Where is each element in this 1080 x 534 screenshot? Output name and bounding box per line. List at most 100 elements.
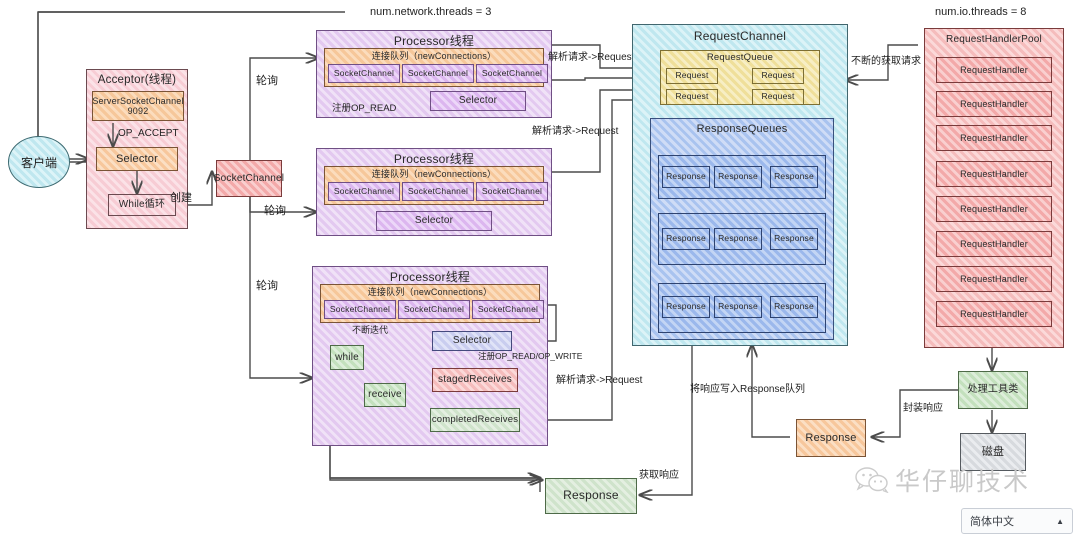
label-num-io-threads: num.io.threads = 8 [935, 6, 1027, 18]
response-item-label: Response [718, 171, 758, 182]
request-channel-caption: RequestChannel [693, 29, 787, 43]
staged-receives-box[interactable]: stagedReceives [432, 368, 518, 392]
request-handler-item[interactable]: RequestHandler [936, 231, 1052, 257]
response-item-label: Response [718, 301, 758, 312]
server-socket-channel-box[interactable]: ServerSocketChannel 9092 [92, 91, 184, 121]
request-handler-label: RequestHandler [960, 238, 1028, 249]
response-item[interactable]: Response [770, 296, 818, 318]
request-handler-label: RequestHandler [960, 203, 1028, 214]
response-item-label: Response [666, 301, 706, 312]
request-handler-item[interactable]: RequestHandler [936, 266, 1052, 292]
acceptor-selector-box[interactable]: Selector [96, 147, 178, 171]
response-item[interactable]: Response [662, 166, 710, 188]
label-get-response: 获取响应 [639, 470, 679, 481]
server-socket-channel-label: ServerSocketChannel [92, 95, 184, 106]
acceptor-caption: Acceptor(线程) [97, 74, 177, 86]
response-item-label: Response [666, 233, 706, 244]
response-bottom-box[interactable]: Response [545, 478, 637, 514]
socket-channel-item[interactable]: SocketChannel [324, 300, 396, 319]
request-handler-pool-caption: RequestHandlerPool [946, 34, 1042, 45]
while-box[interactable]: while [330, 345, 364, 370]
response-item-label: Response [718, 233, 758, 244]
request-handler-label: RequestHandler [960, 132, 1028, 143]
request-item-label: Request [761, 91, 795, 102]
label-num-network-threads: num.network.threads = 3 [370, 6, 492, 18]
request-handler-item[interactable]: RequestHandler [936, 161, 1052, 187]
response-item[interactable]: Response [714, 296, 762, 318]
request-handler-label: RequestHandler [960, 273, 1028, 284]
request-handler-item[interactable]: RequestHandler [936, 125, 1052, 151]
while-loop-label: While循环 [118, 199, 166, 211]
request-item[interactable]: Request [752, 89, 804, 105]
request-handler-item[interactable]: RequestHandler [936, 57, 1052, 83]
request-handler-item[interactable]: RequestHandler [936, 91, 1052, 117]
processor-selector-label-1: Selector [458, 95, 498, 107]
socket-channel-box[interactable]: SocketChannel [214, 160, 284, 197]
response-item[interactable]: Response [770, 166, 818, 188]
socket-channel-item-label: SocketChannel [329, 303, 391, 314]
language-value: 简体中文 [970, 516, 1014, 528]
label-register-op-read-write: 注册OP_READ/OP_WRITE [478, 351, 583, 361]
response-item[interactable]: Response [662, 228, 710, 250]
while-loop-box[interactable]: While循环 [108, 194, 176, 216]
acceptor-selector-label: Selector [116, 152, 158, 165]
client-label: 客户端 [20, 155, 57, 170]
language-selector[interactable]: 简体中文 ▲ [961, 508, 1073, 534]
completed-receives-box[interactable]: completedReceives [430, 408, 520, 432]
response-item-label: Response [774, 171, 814, 182]
request-handler-item[interactable]: RequestHandler [936, 301, 1052, 327]
chevron-up-icon[interactable]: ▲ [1056, 517, 1064, 526]
processor-1-caption: Processor线程 [393, 34, 475, 48]
response-item-label: Response [666, 171, 706, 182]
label-poll-2: 轮询 [264, 205, 286, 217]
label-poll-3: 轮询 [256, 280, 278, 292]
receive-box-label: receive [368, 389, 402, 401]
processor-selector-2[interactable]: Selector [376, 211, 492, 231]
response-item[interactable]: Response [770, 228, 818, 250]
watermark: 华仔聊技术 [855, 462, 1030, 498]
socket-channel-item[interactable]: SocketChannel [328, 64, 400, 83]
response-bottom-label: Response [563, 488, 619, 503]
watermark-text: 华仔聊技术 [895, 468, 1031, 496]
request-item[interactable]: Request [666, 89, 718, 105]
completed-receives-label: completedReceives [431, 413, 519, 425]
request-handler-label: RequestHandler [960, 308, 1028, 319]
socket-channel-item[interactable]: SocketChannel [402, 64, 474, 83]
response-queues-caption: ResponseQueues [696, 123, 788, 135]
label-wrap-response: 封装响应 [903, 403, 943, 414]
label-parse-request-3: 解析请求->Request [556, 375, 643, 386]
client-node[interactable]: 客户端 [8, 136, 70, 188]
tool-class-box[interactable]: 处理工具类 [958, 371, 1028, 409]
processor-selector-3[interactable]: Selector [432, 331, 512, 351]
label-op-accept: OP_ACCEPT [118, 128, 179, 139]
socket-channel-item[interactable]: SocketChannel [402, 182, 474, 201]
label-write-response: 将响应写入Response队列 [690, 384, 806, 395]
response-item[interactable]: Response [714, 228, 762, 250]
socket-channel-item-label: SocketChannel [407, 67, 469, 78]
request-item[interactable]: Request [752, 68, 804, 84]
socket-channel-item[interactable]: SocketChannel [476, 64, 548, 83]
request-handler-label: RequestHandler [960, 98, 1028, 109]
request-queue-caption: RequestQueue [706, 52, 774, 63]
socket-channel-item[interactable]: SocketChannel [476, 182, 548, 201]
receive-box[interactable]: receive [364, 383, 406, 407]
response-item[interactable]: Response [714, 166, 762, 188]
socket-channel-item[interactable]: SocketChannel [328, 182, 400, 201]
socket-channel-item-label: SocketChannel [403, 303, 465, 314]
response-item[interactable]: Response [662, 296, 710, 318]
processor-selector-1[interactable]: Selector [430, 91, 526, 111]
new-connections-caption-3: 连接队列（newConnections） [367, 287, 493, 297]
socket-channel-item-label: SocketChannel [481, 185, 543, 196]
request-item[interactable]: Request [666, 68, 718, 84]
disk-label: 磁盘 [981, 445, 1005, 458]
response-right-box[interactable]: Response [796, 419, 866, 457]
label-parse-request-2: 解析请求->Request [532, 126, 619, 137]
socket-channel-item[interactable]: SocketChannel [398, 300, 470, 319]
socket-channel-item-label: SocketChannel [333, 185, 395, 196]
socket-channel-item[interactable]: SocketChannel [472, 300, 544, 319]
socket-channel-item-label: SocketChannel [481, 67, 543, 78]
request-handler-label: RequestHandler [960, 64, 1028, 75]
label-create: 创建 [170, 192, 192, 204]
request-handler-item[interactable]: RequestHandler [936, 196, 1052, 222]
server-socket-channel-port: 9092 [127, 106, 149, 116]
